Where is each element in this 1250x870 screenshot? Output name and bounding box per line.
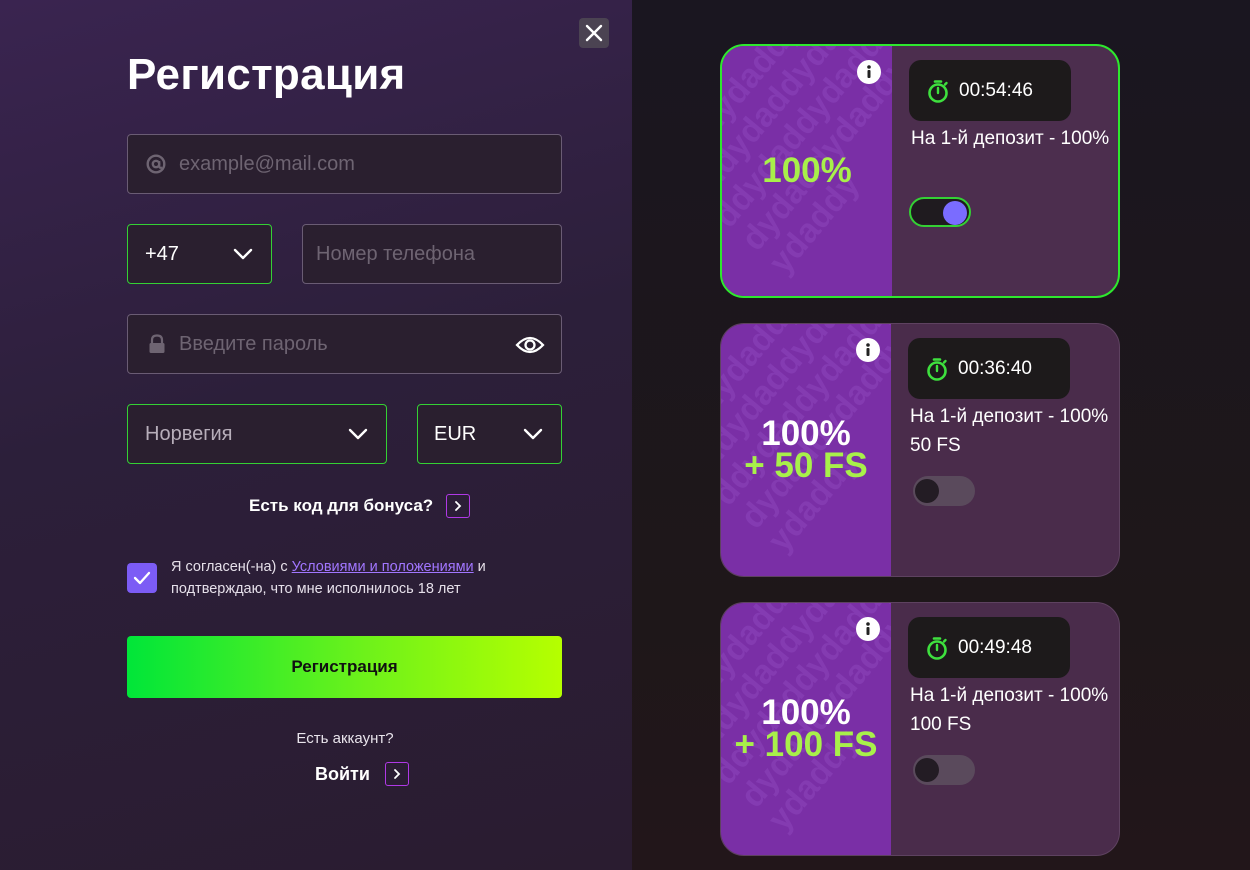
bonus-label: На 1-й депозит - 100% 100 FS <box>910 681 1119 739</box>
chevron-down-icon <box>233 248 253 260</box>
info-icon[interactable] <box>856 617 880 641</box>
phone-code-value: +47 <box>145 242 179 265</box>
currency-select[interactable]: EUR <box>417 404 562 464</box>
login-arrow-button[interactable] <box>384 762 409 786</box>
toggle-knob <box>915 758 939 782</box>
terms-text: Я согласен(-на) с Условиями и положениям… <box>171 556 531 600</box>
bonus-code-toggle[interactable]: Есть код для бонуса? <box>249 494 471 518</box>
stopwatch-icon <box>927 636 947 660</box>
bonus-label-line1: На 1-й депозит - 100% <box>910 685 1109 706</box>
toggle-knob <box>943 201 967 225</box>
promo-line-1: 100% <box>762 151 852 190</box>
bonus-label-line1: На 1-й депозит - 100% <box>910 406 1109 427</box>
bonus-label: На 1-й депозит - 100% 50 FS <box>910 402 1119 460</box>
email-input[interactable] <box>179 152 561 176</box>
chevron-down-icon <box>523 428 543 440</box>
at-icon <box>146 154 166 174</box>
register-button[interactable]: Регистрация <box>127 636 562 698</box>
bonus-card[interactable]: daddydaddydaddydaddydaddydaddydaddydaddy… <box>720 323 1120 577</box>
bonus-label-line2: 50 FS <box>910 435 961 456</box>
terms-prefix: Я согласен(-на) с <box>171 559 292 575</box>
bonus-code-expand-button[interactable] <box>446 494 471 518</box>
bonus-label: На 1-й депозит - 100% <box>911 124 1118 153</box>
promo-line-2: + 100 FS <box>734 725 878 764</box>
login-link[interactable]: Войти <box>315 762 409 786</box>
bonus-toggle[interactable] <box>913 755 975 785</box>
close-icon <box>585 24 603 42</box>
checkmark-icon <box>133 571 151 585</box>
timer-value: 00:49:48 <box>958 636 1032 658</box>
bonus-label-line2: 100 FS <box>910 714 972 735</box>
country-value: Норвегия <box>145 422 233 445</box>
terms-link[interactable]: Условиями и положениями <box>292 559 474 575</box>
page-title: Регистрация <box>127 50 406 99</box>
password-input[interactable] <box>179 332 499 356</box>
timer-value: 00:36:40 <box>958 357 1032 379</box>
phone-input[interactable] <box>316 242 561 266</box>
bonus-card[interactable]: daddydaddydaddydaddydaddydaddydaddydaddy… <box>720 44 1120 298</box>
bonus-toggle[interactable] <box>909 197 971 227</box>
bonus-card[interactable]: daddydaddydaddydaddydaddydaddydaddydaddy… <box>720 602 1120 856</box>
bonus-timer: 00:36:40 <box>908 338 1070 399</box>
bonus-code-label: Есть код для бонуса? <box>249 496 434 515</box>
bonus-toggle[interactable] <box>913 476 975 506</box>
chevron-down-icon <box>348 428 368 440</box>
registration-panel: Регистрация +47 Норвегия EU <box>0 0 632 870</box>
close-button[interactable] <box>579 18 609 48</box>
have-account-text: Есть аккаунт? <box>296 730 394 747</box>
chevron-right-icon <box>455 501 462 511</box>
password-field[interactable] <box>127 314 562 374</box>
eye-icon[interactable] <box>515 334 545 356</box>
toggle-knob <box>915 479 939 503</box>
lock-icon <box>149 334 165 353</box>
login-label: Войти <box>315 763 370 784</box>
chevron-right-icon <box>394 769 401 779</box>
email-field[interactable] <box>127 134 562 194</box>
country-select[interactable]: Норвегия <box>127 404 387 464</box>
promo-line-2: + 50 FS <box>744 446 868 485</box>
terms-checkbox[interactable] <box>127 563 157 593</box>
phone-code-select[interactable]: +47 <box>127 224 272 284</box>
info-icon[interactable] <box>856 338 880 362</box>
timer-value: 00:54:46 <box>959 79 1033 101</box>
stopwatch-icon <box>927 357 947 381</box>
bonus-timer: 00:54:46 <box>909 60 1071 121</box>
currency-value: EUR <box>434 422 477 445</box>
bonus-timer: 00:49:48 <box>908 617 1070 678</box>
phone-field[interactable] <box>302 224 562 284</box>
stopwatch-icon <box>928 79 948 103</box>
info-icon[interactable] <box>857 60 881 84</box>
bonus-label-line1: На 1-й депозит - 100% <box>911 128 1110 149</box>
